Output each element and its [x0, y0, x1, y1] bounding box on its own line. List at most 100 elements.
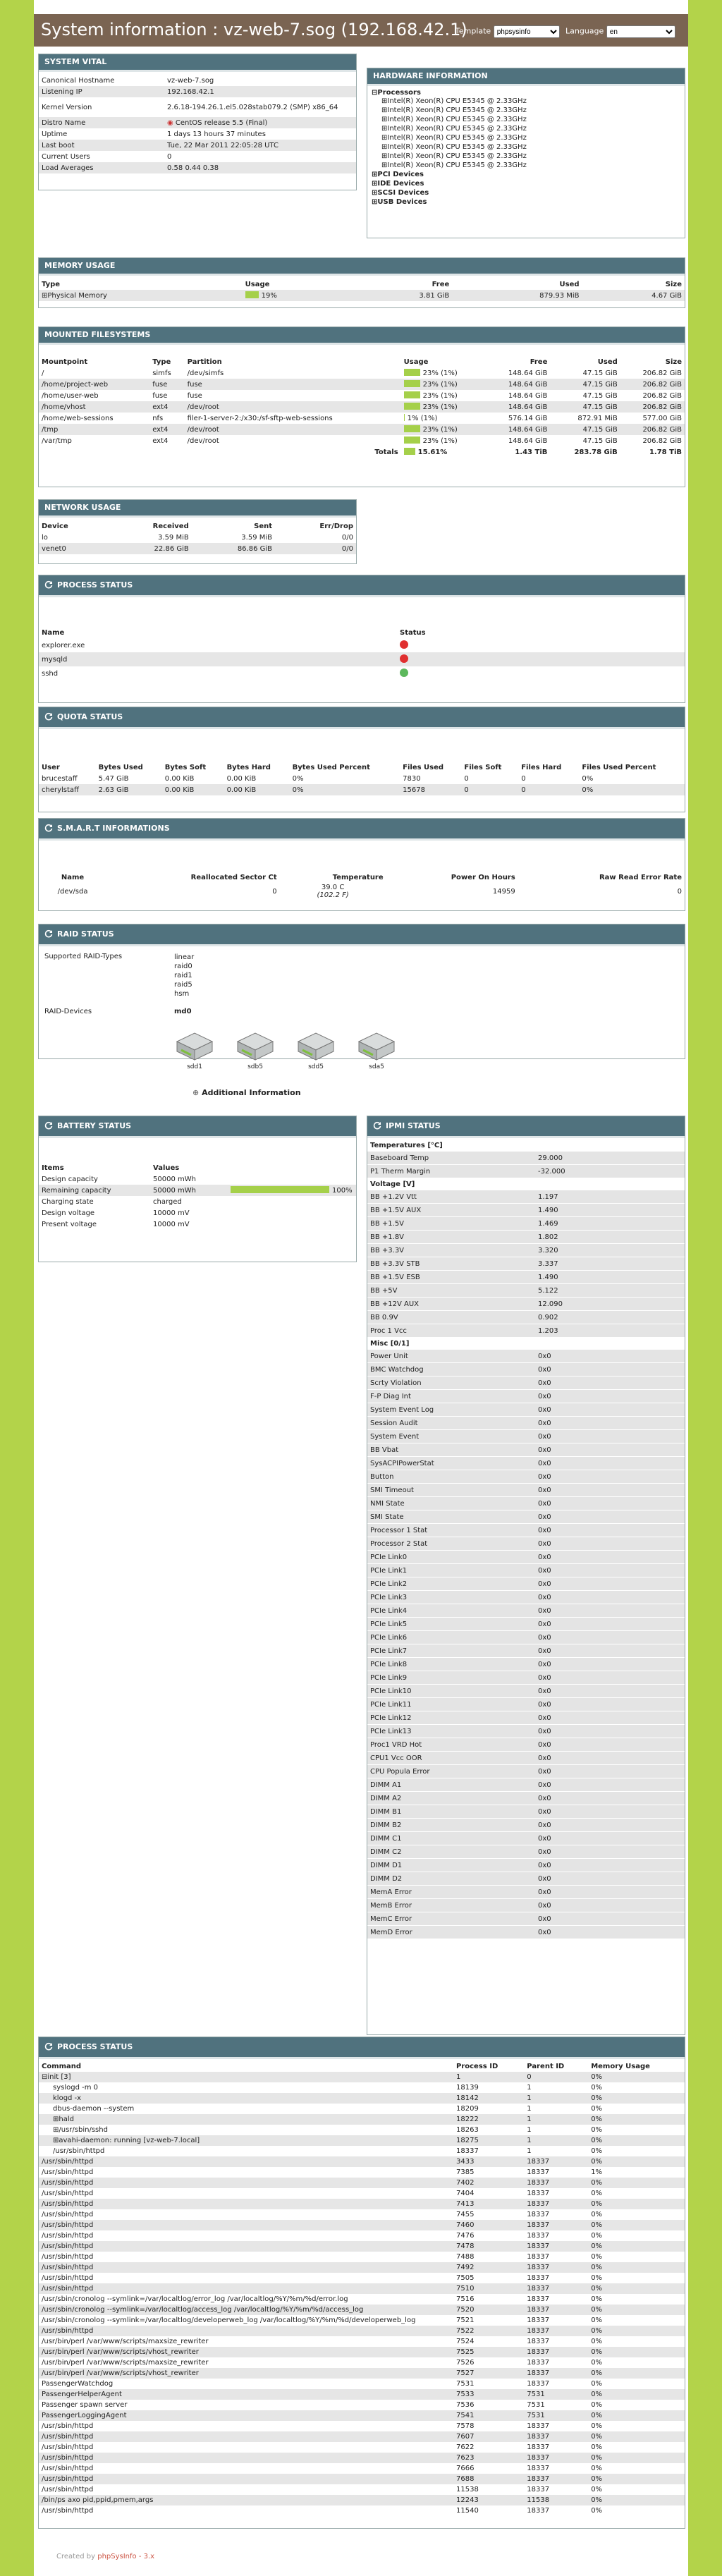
bus-node[interactable]: ⊞USB Devices: [372, 197, 680, 207]
refresh-icon[interactable]: [44, 709, 53, 721]
fs-cell: /home/vhost: [39, 401, 150, 413]
column-header[interactable]: Partition: [185, 356, 401, 367]
column-header[interactable]: Items: [39, 1162, 150, 1173]
column-header[interactable]: Name: [39, 627, 397, 638]
process-cell: 7531: [456, 2380, 475, 2388]
table-row: brucestaff 5.47 GiB 0.00 KiB 0.00 KiB 0% 7830…: [39, 773, 685, 784]
cpu-item[interactable]: ⊞Intel(R) Xeon(R) CPU E5345 @ 2.33GHz: [372, 133, 680, 142]
table-row: System Event Log 0x0: [367, 1403, 685, 1417]
column-header[interactable]: Sent: [192, 520, 275, 532]
column-header[interactable]: Raw Read Error Rate: [518, 872, 685, 883]
column-header[interactable]: Device: [39, 520, 106, 532]
fs-cell: nfs: [152, 414, 164, 422]
table-row: Processor 1 Stat 0x0: [367, 1523, 685, 1537]
raid-drive[interactable]: sda5: [356, 1029, 397, 1071]
template-select[interactable]: phpsysinfo: [493, 25, 560, 38]
column-header[interactable]: Values: [150, 1162, 356, 1173]
column-header[interactable]: Free: [486, 356, 550, 367]
process-cell: 0%: [591, 2486, 603, 2493]
refresh-icon[interactable]: [44, 2039, 53, 2051]
cpu-item[interactable]: ⊞Intel(R) Xeon(R) CPU E5345 @ 2.33GHz: [372, 115, 680, 124]
column-header[interactable]: User: [39, 762, 96, 773]
hard-drive-icon: [176, 1032, 214, 1061]
table-row: Last boot Tue, 22 Mar 2011 22:05:28 UTC: [39, 140, 356, 151]
process-command-text: PassengerLoggingAgent: [42, 2412, 127, 2419]
column-header[interactable]: Name: [39, 872, 106, 883]
raid-drive[interactable]: sdb5: [235, 1029, 276, 1071]
column-header[interactable]: Used: [550, 356, 620, 367]
process-command: ⊞hald: [39, 2114, 453, 2125]
refresh-icon[interactable]: [44, 1118, 53, 1130]
column-header[interactable]: Err/Drop: [275, 520, 356, 532]
column-header[interactable]: Status: [397, 627, 685, 638]
table-row: PCIe Link2 0x0: [367, 1577, 685, 1591]
process-cell: 18337: [524, 2241, 589, 2252]
column-header[interactable]: Type: [149, 356, 184, 367]
column-header[interactable]: Size: [620, 356, 685, 367]
column-header[interactable]: Received: [106, 520, 192, 532]
column-header[interactable]: Used: [452, 279, 582, 290]
service-status-table: Name Status explorer.exe mysqld sshd: [39, 627, 685, 680]
raid-drive[interactable]: sdd1: [174, 1029, 215, 1071]
raid-drive[interactable]: sdd5: [295, 1029, 336, 1071]
process-cell: 18337: [524, 2368, 589, 2379]
refresh-icon[interactable]: [44, 820, 53, 832]
fs-cell: 148.64 GiB: [508, 369, 548, 377]
ipmi-value: 0x0: [535, 1657, 685, 1671]
cpu-item[interactable]: ⊞Intel(R) Xeon(R) CPU E5345 @ 2.33GHz: [372, 124, 680, 133]
column-header[interactable]: Size: [582, 279, 685, 290]
battery-value-text: 10000 mV: [153, 1220, 190, 1228]
column-header[interactable]: Mountpoint: [39, 356, 149, 367]
table-row: explorer.exe: [39, 638, 685, 652]
column-header[interactable]: Command: [39, 2061, 453, 2072]
bus-node[interactable]: ⊞SCSI Devices: [372, 188, 680, 197]
language-select[interactable]: en: [606, 25, 675, 38]
column-header[interactable]: Bytes Soft: [162, 762, 224, 773]
column-header[interactable]: Parent ID: [524, 2061, 588, 2072]
raid-additional-info[interactable]: ⊕ Additional Information: [192, 1088, 301, 1097]
column-header[interactable]: Files Hard: [518, 762, 579, 773]
bus-node[interactable]: ⊞PCI Devices: [372, 170, 680, 179]
process-cell: 1%: [591, 2168, 603, 2176]
process-command: ⊞/usr/sbin/sshd: [39, 2125, 453, 2135]
ipmi-value: 0x0: [535, 1376, 685, 1390]
column-header[interactable]: Memory Usage: [588, 2061, 685, 2072]
vital-value-text: vz-web-7.sog: [167, 76, 214, 85]
table-row: CPU Popula Error 0x0: [367, 1764, 685, 1778]
cpu-item[interactable]: ⊞Intel(R) Xeon(R) CPU E5345 @ 2.33GHz: [372, 97, 680, 106]
process-cell: 1: [527, 2084, 532, 2092]
column-header[interactable]: Bytes Used: [96, 762, 162, 773]
table-row: Remaining capacity 50000 mWh 100%: [39, 1185, 356, 1196]
column-header[interactable]: Process ID: [453, 2061, 524, 2072]
process-cell: 7578: [456, 2422, 475, 2430]
column-header[interactable]: Bytes Used Percent: [290, 762, 400, 773]
column-header[interactable]: Reallocated Sector Ct: [106, 872, 280, 883]
column-header[interactable]: Type: [39, 279, 243, 290]
cpu-item[interactable]: ⊞Intel(R) Xeon(R) CPU E5345 @ 2.33GHz: [372, 161, 680, 170]
refresh-icon[interactable]: [44, 577, 53, 589]
bus-node[interactable]: ⊞IDE Devices: [372, 179, 680, 188]
footer-link[interactable]: phpSysInfo - 3.x: [97, 2553, 154, 2560]
process-command: Passenger spawn server: [39, 2400, 453, 2410]
memory-title: MEMORY USAGE: [39, 258, 685, 276]
cpu-item[interactable]: ⊞Intel(R) Xeon(R) CPU E5345 @ 2.33GHz: [372, 142, 680, 152]
raid-type: linear: [174, 953, 195, 961]
fs-cell: simfs: [152, 369, 171, 377]
fs-cell: /home/user-web: [42, 391, 99, 400]
column-header[interactable]: Bytes Hard: [224, 762, 290, 773]
cpu-item[interactable]: ⊞Intel(R) Xeon(R) CPU E5345 @ 2.33GHz: [372, 106, 680, 115]
ipmi-sensor: SysACPIPowerStat: [367, 1456, 535, 1470]
process-command: /usr/bin/perl /var/www/scripts/maxsize_r…: [39, 2357, 453, 2368]
column-header[interactable]: Files Soft: [461, 762, 518, 773]
column-header[interactable]: Power On Hours: [386, 872, 518, 883]
refresh-icon[interactable]: [44, 926, 53, 938]
processors-node[interactable]: ⊟Processors: [372, 89, 680, 97]
column-header[interactable]: Temperature: [280, 872, 386, 883]
column-header[interactable]: Usage: [401, 356, 487, 367]
column-header[interactable]: Usage: [243, 279, 350, 290]
column-header[interactable]: Files Used Percent: [579, 762, 685, 773]
refresh-icon[interactable]: [373, 1118, 381, 1130]
column-header[interactable]: Free: [350, 279, 452, 290]
column-header[interactable]: Files Used: [400, 762, 461, 773]
cpu-item[interactable]: ⊞Intel(R) Xeon(R) CPU E5345 @ 2.33GHz: [372, 152, 680, 161]
